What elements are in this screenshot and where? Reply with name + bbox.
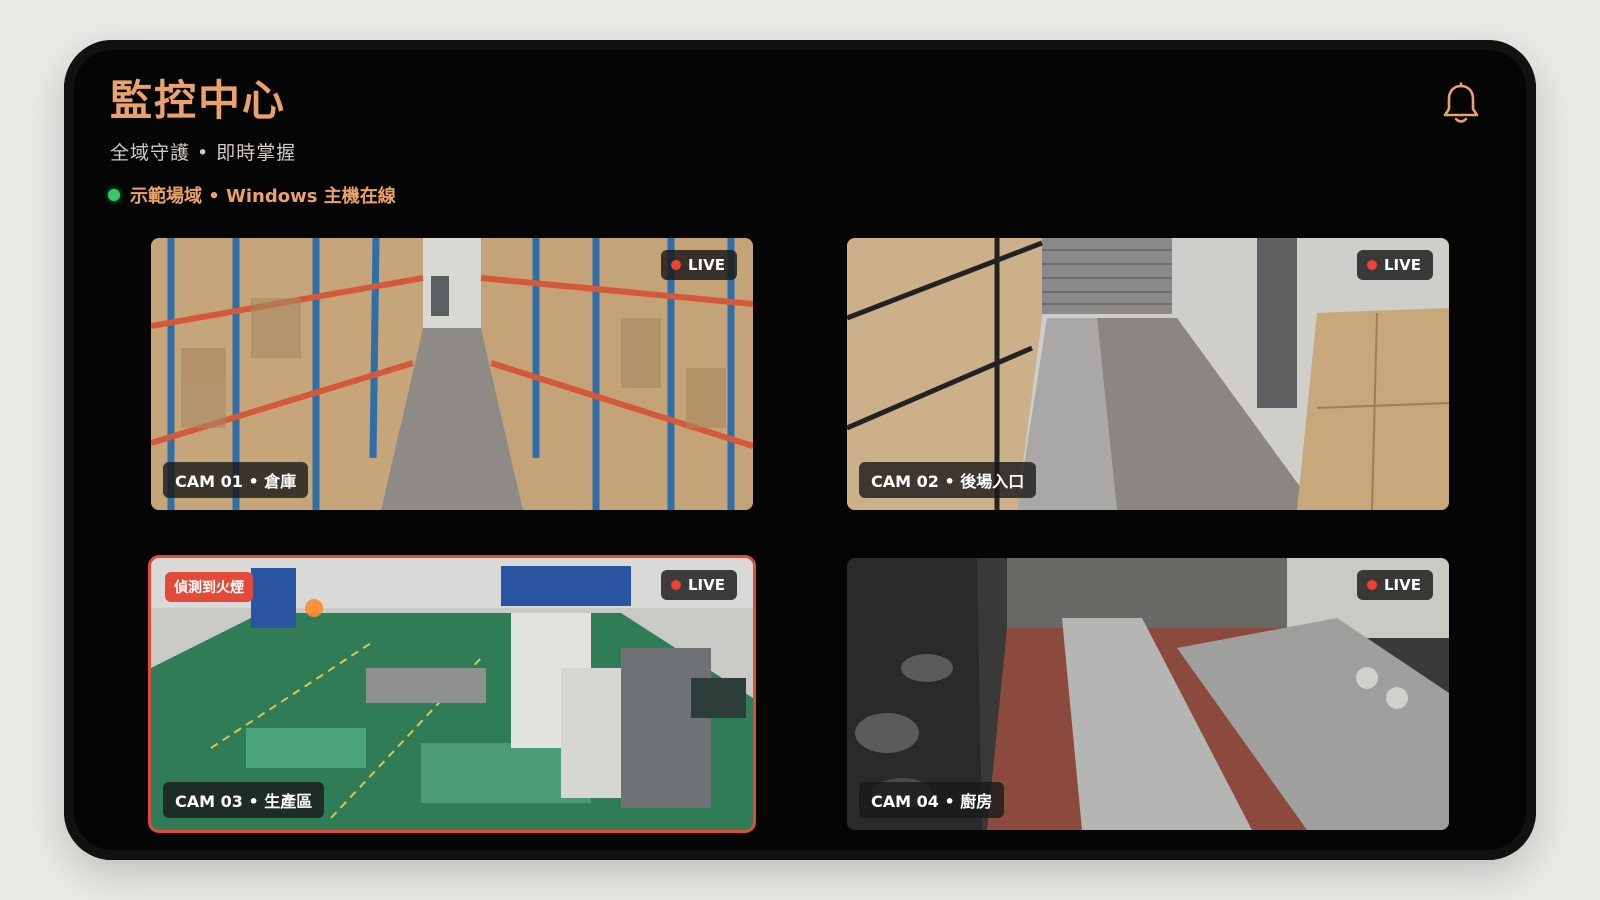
camera-feed-production[interactable]: 偵測到火煙 LIVE CAM 03 • 生產區 [151,558,753,830]
notification-bell-button[interactable] [1440,82,1482,126]
camera-feed-kitchen[interactable]: LIVE CAM 04 • 廚房 [847,558,1449,830]
monitor-dashboard: 監控中心 全域守護 • 即時掌握 示範場域 • Windows 主機在線 LIV… [64,40,1536,860]
live-badge-text: LIVE [1384,576,1421,594]
live-badge: LIVE [661,570,737,600]
live-indicator-icon [671,260,681,270]
fire-smoke-alert-badge: 偵測到火煙 [165,572,253,602]
live-badge-text: LIVE [688,576,725,594]
live-badge: LIVE [1357,570,1433,600]
camera-label: CAM 02 • 後場入口 [859,462,1037,498]
camera-feed-warehouse[interactable]: LIVE CAM 01 • 倉庫 [151,238,753,510]
connection-status-text: 示範場域 • Windows 主機在線 [130,186,396,207]
live-badge-text: LIVE [1384,256,1421,274]
connection-status: 示範場域 • Windows 主機在線 [108,182,396,208]
camera-label: CAM 03 • 生產區 [163,782,325,818]
live-badge-text: LIVE [688,256,725,274]
camera-feed-back-entrance[interactable]: LIVE CAM 02 • 後場入口 [847,238,1449,510]
page-title: 監控中心 [110,76,287,125]
live-indicator-icon [1367,260,1377,270]
camera-label: CAM 01 • 倉庫 [163,462,309,498]
live-badge: LIVE [661,250,737,280]
live-indicator-icon [671,580,681,590]
page-subtitle: 全域守護 • 即時掌握 [110,142,297,164]
bell-icon [1443,82,1479,123]
live-badge: LIVE [1357,250,1433,280]
camera-label: CAM 04 • 廚房 [859,782,1005,818]
live-indicator-icon [1367,580,1377,590]
online-status-dot-icon [108,189,120,201]
